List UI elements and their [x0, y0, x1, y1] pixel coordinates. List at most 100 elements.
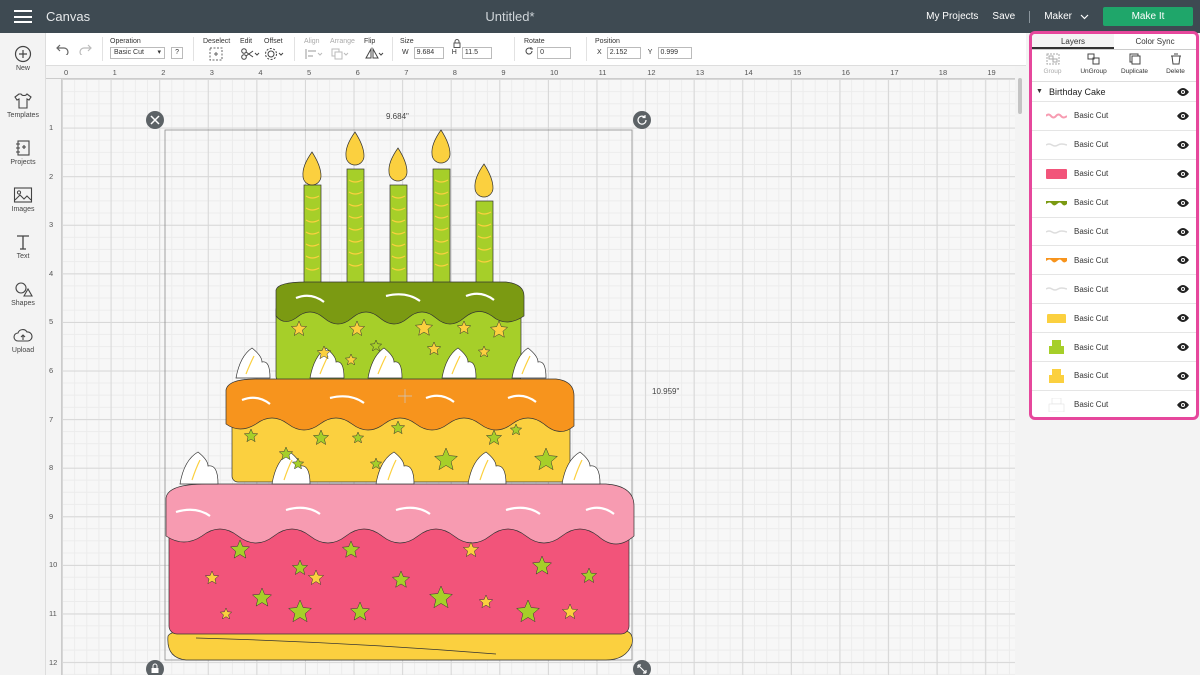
layer-name: Basic Cut — [1074, 371, 1109, 381]
group-name: Birthday Cake — [1048, 86, 1106, 97]
resize-handle — [633, 660, 651, 675]
operation-select[interactable]: Basic Cut ▾ — [110, 47, 165, 59]
group-button[interactable]: Group — [1032, 53, 1073, 81]
layer-name: Basic Cut — [1074, 198, 1109, 208]
chevron-down-icon: ▾ — [157, 49, 161, 56]
layer-row[interactable]: Basic Cut — [1032, 362, 1196, 391]
x-label: X — [597, 49, 602, 56]
undo-icon[interactable] — [56, 44, 70, 55]
top-bar: Canvas Untitled* My Projects Save Maker … — [0, 0, 1200, 33]
flip-group[interactable]: Flip — [364, 38, 384, 64]
tab-color-sync[interactable]: Color Sync — [1114, 34, 1196, 49]
layer-swatch — [1046, 225, 1067, 238]
height-input[interactable]: 11.5 — [461, 47, 492, 59]
layer-list: Basic Cut Basic Cut Basic Cut Basic Cut Basi… — [1032, 102, 1196, 417]
layers-panel: Layers Color Sync Group UnGroup Duplicat… — [1029, 31, 1199, 420]
sidebar-item-images[interactable]: Images — [0, 186, 46, 213]
width-input[interactable]: 9.684 — [413, 47, 444, 59]
sidebar-label: Shapes — [11, 300, 35, 307]
layer-name: Basic Cut — [1074, 227, 1109, 236]
layer-row[interactable]: Basic Cut — [1032, 304, 1196, 334]
flip-icon — [365, 47, 384, 59]
eye-icon[interactable] — [1176, 284, 1190, 294]
arrange-group: Arrange — [330, 38, 355, 64]
layer-row[interactable]: Basic Cut — [1032, 333, 1196, 363]
layer-row[interactable]: Basic Cut — [1032, 391, 1196, 417]
sidebar-item-shapes[interactable]: Shapes — [0, 280, 46, 307]
tab-layers[interactable]: Layers — [1032, 34, 1114, 49]
width-dimension: 9.684" — [386, 112, 409, 121]
deselect-group[interactable]: Deselect — [203, 38, 230, 64]
layer-group-row[interactable]: ▼ Birthday Cake — [1032, 82, 1196, 102]
eye-icon[interactable] — [1176, 255, 1190, 265]
redo-icon[interactable] — [78, 44, 92, 55]
sidebar-item-upload[interactable]: Upload — [0, 327, 46, 354]
layer-row[interactable]: Basic Cut — [1032, 189, 1196, 218]
machine-select[interactable]: Maker — [1044, 11, 1089, 22]
plus-circle-icon — [14, 45, 32, 63]
eye-icon[interactable] — [1176, 313, 1190, 323]
sidebar-item-projects[interactable]: Projects — [0, 139, 46, 166]
offset-group[interactable]: Offset — [264, 38, 284, 64]
ungroup-label: UnGroup — [1080, 68, 1107, 75]
sidebar-item-templates[interactable]: Templates — [0, 92, 46, 119]
cake-artwork[interactable] — [46, 66, 1015, 675]
rotate-input[interactable]: 0 — [537, 47, 572, 59]
layer-name: Basic Cut — [1074, 140, 1109, 150]
x-input[interactable]: 2.152 — [606, 47, 641, 59]
divider — [294, 37, 295, 61]
layer-name: Basic Cut — [1074, 255, 1109, 265]
lock-icon[interactable] — [453, 39, 461, 48]
rotate-handle — [633, 111, 651, 129]
layer-row[interactable]: Basic Cut — [1032, 246, 1196, 276]
document-title[interactable]: Untitled* — [0, 9, 1020, 24]
sidebar-label: Images — [11, 206, 35, 213]
sidebar-label: New — [15, 65, 30, 72]
layer-name: Basic Cut — [1074, 342, 1109, 352]
duplicate-button[interactable]: Duplicate — [1114, 53, 1155, 81]
sidebar-label: Templates — [7, 112, 39, 119]
rotate-label: Rotate — [524, 38, 545, 45]
make-it-button[interactable]: Make It — [1103, 7, 1193, 26]
eye-icon[interactable] — [1176, 111, 1190, 121]
eye-icon[interactable] — [1176, 87, 1190, 97]
edit-group[interactable]: Edit — [240, 38, 260, 64]
layer-swatch — [1046, 368, 1067, 383]
operation-value: Basic Cut — [114, 49, 144, 56]
eye-icon[interactable] — [1176, 198, 1190, 208]
help-button[interactable]: ? — [171, 47, 183, 59]
scrollbar-thumb[interactable] — [1018, 78, 1022, 114]
layer-name: Basic Cut — [1074, 400, 1109, 410]
eye-icon[interactable] — [1176, 400, 1190, 410]
divider — [102, 37, 103, 61]
my-projects-link[interactable]: My Projects — [926, 11, 978, 22]
design-canvas[interactable]: 0 1 2 3 4 5 6 7 8 9 10 11 12 13 14 15 16 17 18 19 123456789… — [46, 66, 1015, 675]
caret-down-icon[interactable]: ▼ — [1036, 88, 1043, 95]
eye-icon[interactable] — [1176, 342, 1190, 352]
sidebar-item-text[interactable]: Text — [0, 233, 46, 260]
eye-icon[interactable] — [1176, 227, 1190, 237]
y-input[interactable]: 0.999 — [657, 47, 692, 59]
save-button[interactable]: Save — [992, 11, 1015, 22]
y-label: Y — [647, 49, 653, 56]
layer-row[interactable]: Basic Cut — [1032, 275, 1196, 305]
eye-icon[interactable] — [1176, 169, 1190, 179]
layer-row[interactable]: Basic Cut — [1032, 102, 1196, 131]
ungroup-button[interactable]: UnGroup — [1073, 53, 1114, 81]
sidebar-item-new[interactable]: New — [0, 45, 46, 72]
divider — [586, 37, 587, 61]
height-label: H — [451, 49, 457, 56]
rotate-icon — [525, 47, 533, 55]
delete-button[interactable]: Delete — [1155, 53, 1196, 81]
machine-label: Maker — [1044, 11, 1072, 22]
layer-swatch — [1046, 397, 1067, 412]
eye-icon[interactable] — [1176, 140, 1190, 150]
layer-row[interactable]: Basic Cut — [1032, 160, 1196, 189]
layer-row[interactable]: Basic Cut — [1032, 131, 1196, 160]
shapes-icon — [15, 282, 33, 297]
eye-icon[interactable] — [1176, 371, 1190, 381]
vertical-scrollbar[interactable] — [1015, 66, 1026, 675]
sidebar-label: Projects — [10, 159, 36, 166]
duplicate-icon — [1129, 53, 1140, 65]
layer-row[interactable]: Basic Cut — [1032, 218, 1196, 247]
